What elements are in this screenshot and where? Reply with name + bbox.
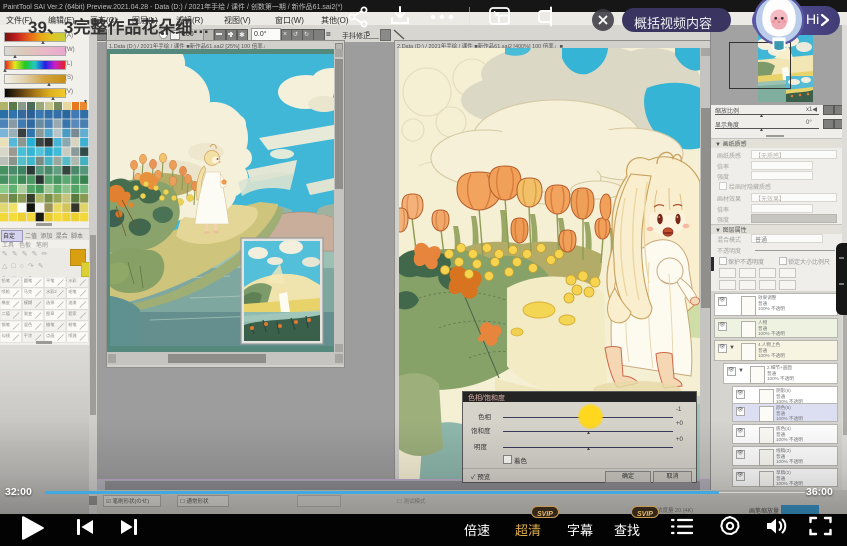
svg-text:粉笔: 粉笔 <box>68 321 76 328</box>
svg-text:混色: 混色 <box>24 321 33 328</box>
svg-text:模糊: 模糊 <box>24 299 32 306</box>
svg-text:毛笔: 毛笔 <box>68 288 76 294</box>
svg-text:马克: 马克 <box>24 288 32 295</box>
svg-text:圆笔: 圆笔 <box>24 277 32 284</box>
svg-text:喷枪: 喷枪 <box>2 288 11 295</box>
svg-text:渐变: 渐变 <box>24 310 32 317</box>
svg-text:套索: 套索 <box>68 310 76 317</box>
svg-text:勾线: 勾线 <box>2 332 11 339</box>
svg-text:平笔: 平笔 <box>46 277 54 284</box>
svg-text:油漆: 油漆 <box>68 299 76 306</box>
svg-text:水彩2: 水彩2 <box>46 288 57 295</box>
svg-text:图章: 图章 <box>46 310 54 317</box>
svg-text:铅笔: 铅笔 <box>2 277 10 284</box>
svg-text:水彩: 水彩 <box>68 277 77 284</box>
svg-text:喷溅: 喷溅 <box>68 332 77 339</box>
svg-text:平涂: 平涂 <box>24 332 33 339</box>
svg-text:钢笔: 钢笔 <box>2 321 10 328</box>
svg-text:蜡笔: 蜡笔 <box>46 321 54 328</box>
svg-text:选择: 选择 <box>46 299 55 306</box>
svg-text:橡皮: 橡皮 <box>2 299 10 306</box>
svg-text:二值: 二值 <box>2 310 10 317</box>
